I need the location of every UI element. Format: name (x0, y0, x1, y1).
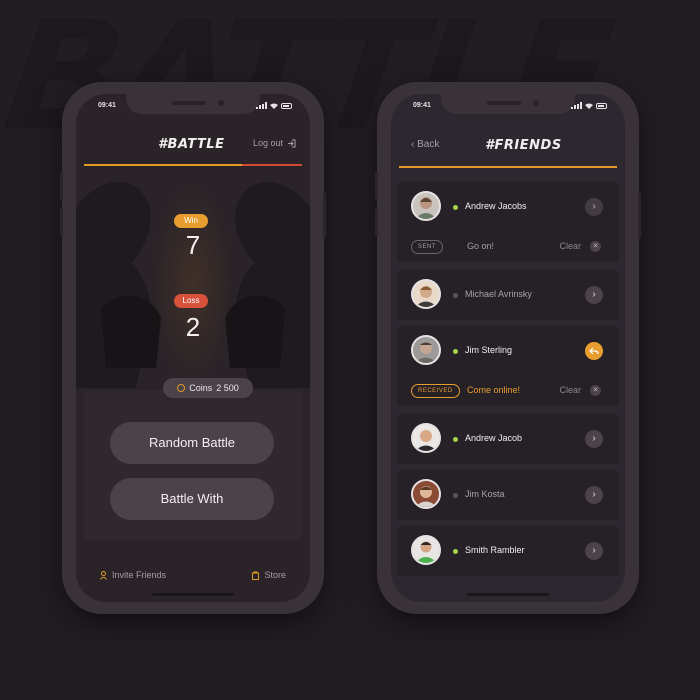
clear-button[interactable]: Clear (559, 241, 581, 251)
friend-row[interactable]: Andrew Jacob › (397, 414, 619, 464)
back-button[interactable]: ‹ Back (411, 139, 439, 150)
friend-name: Jim Kosta (465, 489, 505, 499)
offline-status-dot (453, 293, 458, 298)
invite-friends-link[interactable]: Invite Friends (100, 570, 166, 580)
online-status-dot (453, 437, 458, 442)
chevron-left-icon: ‹ (411, 139, 415, 150)
friend-name: Andrew Jacob (465, 433, 523, 443)
battle-with-button[interactable]: Battle With (110, 478, 274, 520)
side-button (60, 172, 63, 200)
page-title: #FRIENDS (485, 138, 562, 153)
request-row: RECEIVED Come online! Clear ✕ (397, 376, 619, 406)
chevron-right-icon[interactable]: › (585, 286, 603, 304)
coins-label: Coins (189, 383, 213, 393)
friend-name: Smith Rambler (465, 545, 525, 555)
wifi-icon (585, 103, 593, 109)
side-button (375, 208, 378, 236)
coin-icon (177, 384, 186, 392)
friend-card: Jim Kosta › (397, 470, 619, 520)
clear-button[interactable]: Clear (559, 385, 581, 395)
battle-header: #BATTLE Log out (76, 124, 310, 166)
status-time: 09:41 (98, 102, 116, 109)
wifi-icon (270, 103, 278, 109)
loss-count: 2 (185, 312, 201, 342)
chevron-right-icon[interactable]: › (585, 542, 603, 560)
chevron-right-icon[interactable]: › (585, 198, 603, 216)
avatar (411, 191, 441, 221)
phone-friends: 09:41 ‹ Back #FRIENDS Andrew Jacobs › SE… (375, 82, 641, 614)
battle-screen: 09:41 #BATTLE Log out Win 7 Loss 2 Coins… (76, 94, 310, 602)
store-label: Store (264, 570, 286, 580)
canvas: BATTLE 09:41 #BATTLE Log out Win 7 Loss … (0, 0, 700, 700)
header-underline (399, 166, 617, 168)
invite-icon (100, 570, 107, 580)
side-button (60, 208, 63, 236)
store-link[interactable]: Store (252, 570, 286, 580)
online-status-dot (453, 549, 458, 554)
offline-status-dot (453, 493, 458, 498)
page-title: #BATTLE (158, 137, 225, 152)
back-label: Back (417, 139, 440, 150)
close-icon[interactable]: ✕ (590, 385, 601, 396)
friend-name: Jim Sterling (465, 345, 513, 355)
friend-card: Jim Sterling RECEIVED Come online! Clear… (397, 326, 619, 406)
status-icons (256, 102, 292, 109)
side-button (638, 192, 641, 238)
friend-card: Andrew Jacob › (397, 414, 619, 464)
friend-row[interactable]: Jim Sterling (397, 326, 619, 376)
battery-icon (596, 102, 607, 109)
sent-tag: SENT (411, 240, 444, 254)
logout-button[interactable]: Log out (253, 138, 296, 148)
loss-badge: Loss (174, 294, 208, 308)
friend-card: Andrew Jacobs › SENT Go on! Clear ✕ (397, 182, 619, 262)
notch (126, 94, 260, 114)
side-button (375, 172, 378, 200)
win-badge: Win (174, 214, 208, 228)
avatar (411, 479, 441, 509)
online-status-dot (453, 349, 458, 354)
chevron-right-icon[interactable]: › (585, 486, 603, 504)
friend-row[interactable]: Smith Rambler › (397, 526, 619, 576)
random-battle-button[interactable]: Random Battle (110, 422, 274, 464)
home-indicator[interactable] (467, 593, 549, 596)
signal-icon (256, 102, 267, 109)
logout-icon (288, 139, 296, 147)
avatar (411, 335, 441, 365)
header-underline (84, 164, 302, 166)
online-status-dot (453, 205, 458, 210)
avatar (411, 535, 441, 565)
chevron-right-icon[interactable]: › (585, 430, 603, 448)
request-message: Come online! (467, 385, 521, 395)
avatar (411, 423, 441, 453)
home-indicator[interactable] (152, 593, 234, 596)
friends-screen: 09:41 ‹ Back #FRIENDS Andrew Jacobs › SE… (391, 94, 625, 602)
logout-label: Log out (252, 138, 283, 148)
win-count: 7 (185, 230, 201, 260)
side-button (323, 192, 326, 238)
friend-card: Smith Rambler › (397, 526, 619, 576)
coins-badge: Coins 2 500 (163, 378, 253, 398)
battery-icon (281, 102, 292, 109)
signal-icon (571, 102, 582, 109)
phone-battle: 09:41 #BATTLE Log out Win 7 Loss 2 Coins… (60, 82, 326, 614)
invite-friends-label: Invite Friends (112, 570, 167, 580)
friend-row[interactable]: Jim Kosta › (397, 470, 619, 520)
friend-name: Andrew Jacobs (465, 201, 527, 211)
status-icons (571, 102, 607, 109)
reply-icon[interactable] (585, 342, 603, 360)
status-time: 09:41 (413, 102, 431, 109)
friend-row[interactable]: Andrew Jacobs › (397, 182, 619, 232)
friend-card: Michael Avrinsky › (397, 270, 619, 320)
received-tag: RECEIVED (411, 384, 460, 398)
friend-name: Michael Avrinsky (465, 289, 532, 299)
coins-value: 2 500 (216, 383, 239, 393)
avatar (411, 279, 441, 309)
close-icon[interactable]: ✕ (590, 241, 601, 252)
request-row: SENT Go on! Clear ✕ (397, 232, 619, 262)
friend-row[interactable]: Michael Avrinsky › (397, 270, 619, 320)
request-message: Go on! (467, 241, 495, 251)
notch (441, 94, 575, 114)
store-icon (252, 571, 260, 580)
